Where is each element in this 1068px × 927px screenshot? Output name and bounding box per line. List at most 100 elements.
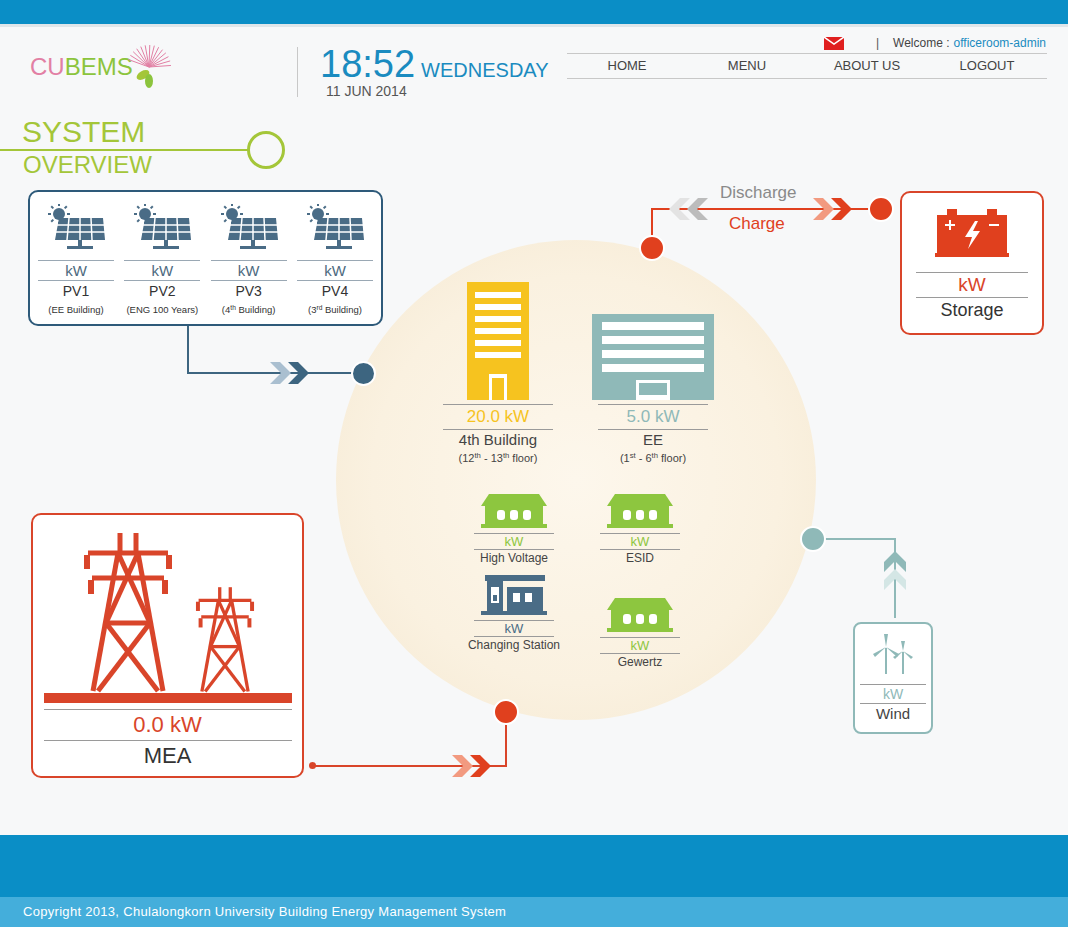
app: CUBEMS18:52WEDNESDAY11 JUN 2014|Welcome …	[0, 0, 1068, 927]
welcome-label: Welcome :	[893, 34, 949, 52]
solar-panel-icon	[218, 204, 280, 250]
load-value: kW	[600, 533, 680, 550]
building-label: 4th Building	[459, 430, 537, 450]
pv-value: kW	[297, 260, 373, 281]
mea-base	[44, 693, 292, 703]
ee-building-icon	[592, 314, 714, 400]
load-value: kW	[600, 637, 680, 654]
building-node[interactable]: 5.0 kWEE(1st - 6th floor)	[578, 314, 728, 466]
pv-name: PV3	[235, 281, 261, 301]
house-icon	[481, 494, 547, 528]
energy-hub-circle	[336, 240, 816, 720]
pv-panel[interactable]: kWPV3 (4th Building)	[207, 204, 291, 324]
wind-node	[800, 526, 826, 552]
section-circle	[247, 131, 285, 169]
date: 11 JUN 2014	[320, 84, 549, 98]
storage-box[interactable]: kWStorage	[900, 191, 1044, 335]
pv-flow-arrow-icon	[270, 362, 314, 384]
pv-value: kW	[38, 260, 114, 281]
clock: 18:52WEDNESDAY11 JUN 2014	[298, 27, 549, 98]
pv-line	[187, 372, 352, 374]
time: 18:52	[320, 45, 415, 83]
pv-location: (3rd Building)	[308, 303, 362, 317]
building-value: 5.0 kW	[598, 404, 708, 430]
nav-item[interactable]: LOGOUT	[927, 56, 1047, 76]
pv-name: PV4	[322, 281, 348, 301]
footer-strip: Copyright 2013, Chulalongkorn University…	[0, 897, 1068, 927]
section-subtitle: OVERVIEW	[23, 152, 152, 178]
house-icon	[607, 494, 673, 528]
storage-line	[651, 208, 871, 210]
load-label: ESID	[626, 550, 654, 566]
overview-canvas: SYSTEMOVERVIEWkWPV1(EE Building)kWPV2(EN…	[0, 105, 1068, 835]
flower-logo-icon	[127, 39, 177, 89]
load-value: kW	[474, 620, 554, 637]
storage-value: kW	[916, 272, 1028, 298]
mea-value: 0.0 kW	[44, 709, 292, 741]
mea-node	[493, 699, 519, 725]
load-node[interactable]: kWHigh Voltage	[466, 494, 562, 566]
footer-band	[0, 835, 1068, 897]
building-node[interactable]: 20.0 kW4th Building(12th - 13th floor)	[433, 282, 563, 466]
pv-location: (EE Building)	[48, 303, 103, 317]
load-node[interactable]: kWESID	[592, 494, 688, 566]
discharge-label: Discharge	[718, 183, 799, 203]
pv-line	[187, 326, 189, 373]
logo: CUBEMS	[0, 27, 297, 89]
nav-item[interactable]: MENU	[687, 56, 807, 76]
pv-location: (4th Building)	[222, 303, 276, 317]
battery-icon	[935, 209, 1009, 257]
pv-name: PV2	[149, 281, 175, 301]
pv-panel[interactable]: kWPV2 (ENG 100 Years)	[120, 204, 204, 324]
storage-node	[639, 235, 665, 261]
tower-building-icon	[467, 282, 529, 400]
building-label: EE	[643, 430, 663, 450]
charge-label: Charge	[727, 214, 787, 234]
pv-panel-group: kWPV1(EE Building)kWPV2(ENG 100 Years)kW…	[28, 190, 383, 326]
pv-value: kW	[211, 260, 287, 281]
power-tower-icon	[78, 533, 178, 693]
storage-line	[651, 208, 653, 238]
header: CUBEMS18:52WEDNESDAY11 JUN 2014|Welcome …	[0, 27, 1068, 105]
section-title: SYSTEM	[22, 117, 145, 147]
load-value: kW	[474, 533, 554, 550]
wind-flow-arrow-icon	[884, 546, 906, 590]
load-label: High Voltage	[480, 550, 548, 566]
pv-location: (ENG 100 Years)	[126, 303, 198, 317]
wind-value: kW	[860, 684, 926, 704]
header-divider	[297, 47, 298, 97]
load-node[interactable]: kWGewertz	[592, 598, 688, 670]
storage-label: Storage	[940, 298, 1003, 322]
user-row: |Welcome :officeroom-admin	[567, 33, 1047, 53]
mea-label: MEA	[144, 741, 192, 771]
section-line	[0, 149, 248, 151]
nav-bar: HOMEMENUABOUT USLOGOUT	[567, 53, 1047, 79]
storage-node	[868, 196, 894, 222]
footer: Copyright 2013, Chulalongkorn University…	[0, 835, 1068, 927]
pv-value: kW	[124, 260, 200, 281]
nav-area: |Welcome :officeroom-adminHOMEMENUABOUT …	[567, 27, 1047, 79]
mea-line	[312, 765, 507, 767]
pv-panel[interactable]: kWPV4 (3rd Building)	[293, 204, 377, 324]
wind-box[interactable]: kWWind	[853, 622, 933, 734]
building-floors: (1st - 6th floor)	[620, 450, 686, 466]
building-value: 20.0 kW	[443, 404, 553, 430]
nav-item[interactable]: HOME	[567, 56, 687, 76]
mea-flow-arrow-icon	[452, 755, 496, 777]
pv-panel[interactable]: kWPV1(EE Building)	[34, 204, 118, 324]
charging-station-icon	[481, 573, 547, 615]
house-icon	[607, 598, 673, 632]
building-floors: (12th - 13th floor)	[459, 450, 538, 466]
load-label: Changing Station	[468, 637, 560, 653]
top-bar	[0, 0, 1068, 27]
load-node[interactable]: kWChanging Station	[466, 573, 562, 653]
mail-icon[interactable]	[824, 37, 844, 50]
load-label: Gewertz	[618, 654, 663, 670]
pv-node	[351, 361, 376, 386]
nav-item[interactable]: ABOUT US	[807, 56, 927, 76]
copyright: Copyright 2013, Chulalongkorn University…	[23, 902, 506, 922]
solar-panel-icon	[45, 204, 107, 250]
user-name[interactable]: officeroom-admin	[954, 34, 1046, 52]
mea-box[interactable]: 0.0 kWMEA	[31, 513, 304, 778]
wind-turbine-icon	[871, 634, 915, 674]
